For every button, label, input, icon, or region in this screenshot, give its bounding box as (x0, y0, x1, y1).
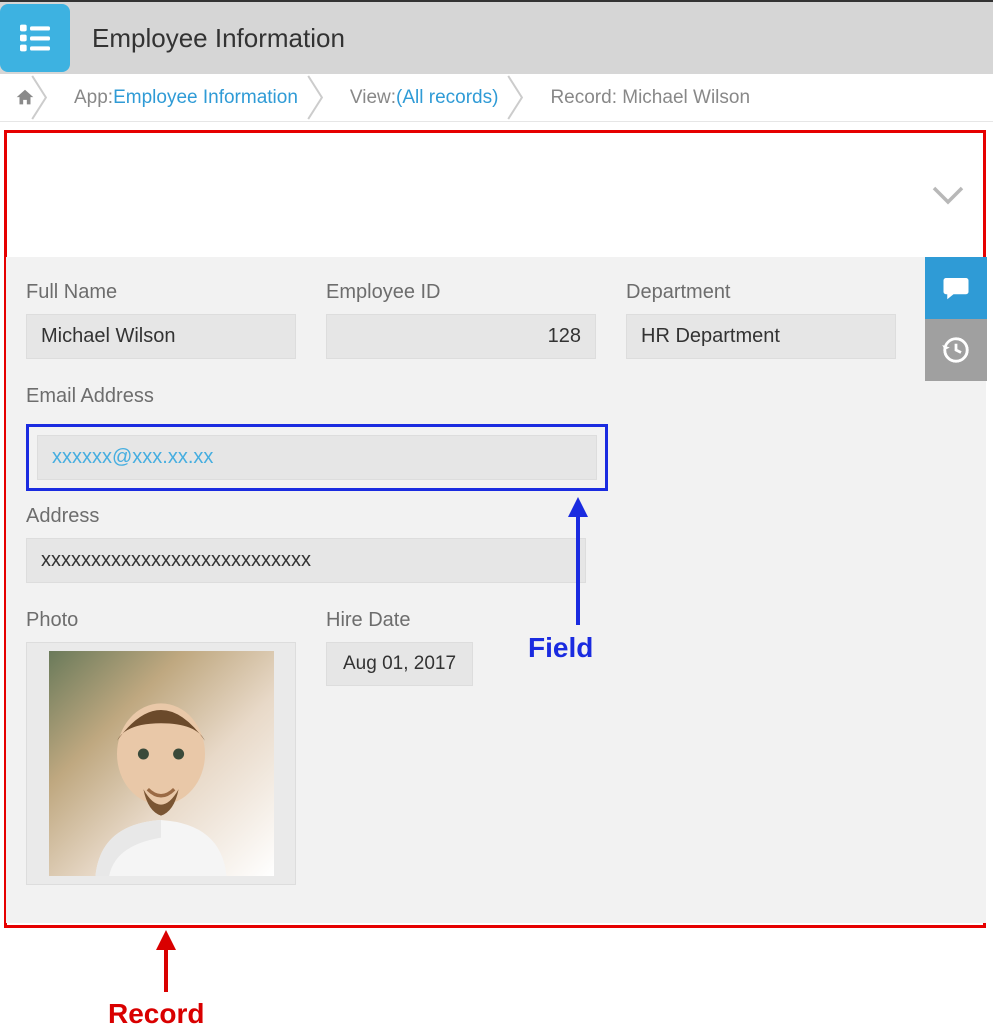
breadcrumb-app[interactable]: App: Employee Information (54, 74, 312, 121)
field-employee-id: Employee ID 128 (326, 281, 596, 359)
breadcrumb-record: Record: Michael Wilson (530, 74, 764, 121)
full-name-value: Michael Wilson (26, 314, 296, 359)
page-title: Employee Information (92, 23, 345, 54)
field-photo: Photo (26, 609, 296, 885)
record-annotation-arrow-icon (148, 930, 188, 1000)
breadcrumb: App: Employee Information View: (All rec… (0, 74, 993, 122)
photo-label: Photo (26, 609, 296, 632)
employee-id-label: Employee ID (326, 281, 596, 304)
field-hire-date: Hire Date Aug 01, 2017 (326, 609, 473, 885)
department-value: HR Department (626, 314, 896, 359)
full-name-label: Full Name (26, 281, 296, 304)
address-label: Address (26, 505, 966, 528)
breadcrumb-record-label: Record: Michael Wilson (550, 87, 750, 109)
record-form: Full Name Michael Wilson Employee ID 128… (6, 257, 986, 923)
breadcrumb-app-prefix: App: (74, 87, 113, 109)
history-tab[interactable] (925, 319, 987, 381)
field-full-name: Full Name Michael Wilson (26, 281, 296, 359)
breadcrumb-separator-icon (512, 74, 530, 121)
breadcrumb-view[interactable]: View: (All records) (330, 74, 513, 121)
side-tabs (925, 257, 987, 381)
comments-tab[interactable] (925, 257, 987, 319)
field-annotation-outline: xxxxxx@xxx.xx.xx (26, 424, 608, 491)
field-email: Email Address xxxxxx@xxx.xx.xx (26, 385, 966, 491)
hire-date-value: Aug 01, 2017 (326, 642, 473, 686)
address-value: xxxxxxxxxxxxxxxxxxxxxxxxxxx (26, 538, 586, 583)
record-annotation-label: Record (108, 998, 204, 1030)
field-department: Department HR Department (626, 281, 896, 359)
employee-id-value: 128 (326, 314, 596, 359)
breadcrumb-separator-icon (36, 74, 54, 121)
breadcrumb-view-prefix: View: (350, 87, 396, 109)
field-annotation-label: Field (528, 632, 593, 664)
email-link[interactable]: xxxxxx@xxx.xx.xx (52, 446, 213, 469)
breadcrumb-app-link[interactable]: Employee Information (113, 87, 298, 109)
hire-date-label: Hire Date (326, 609, 473, 632)
email-label: Email Address (26, 385, 966, 408)
breadcrumb-separator-icon (312, 74, 330, 121)
chevron-down-icon[interactable] (927, 174, 969, 216)
email-value[interactable]: xxxxxx@xxx.xx.xx (37, 435, 597, 480)
app-header: Employee Information (0, 0, 993, 74)
photo-value[interactable] (26, 642, 296, 885)
photo-image (49, 651, 274, 876)
app-logo-icon (0, 4, 70, 72)
field-address: Address xxxxxxxxxxxxxxxxxxxxxxxxxxx (26, 505, 966, 583)
breadcrumb-view-link[interactable]: (All records) (396, 87, 498, 109)
department-label: Department (626, 281, 896, 304)
